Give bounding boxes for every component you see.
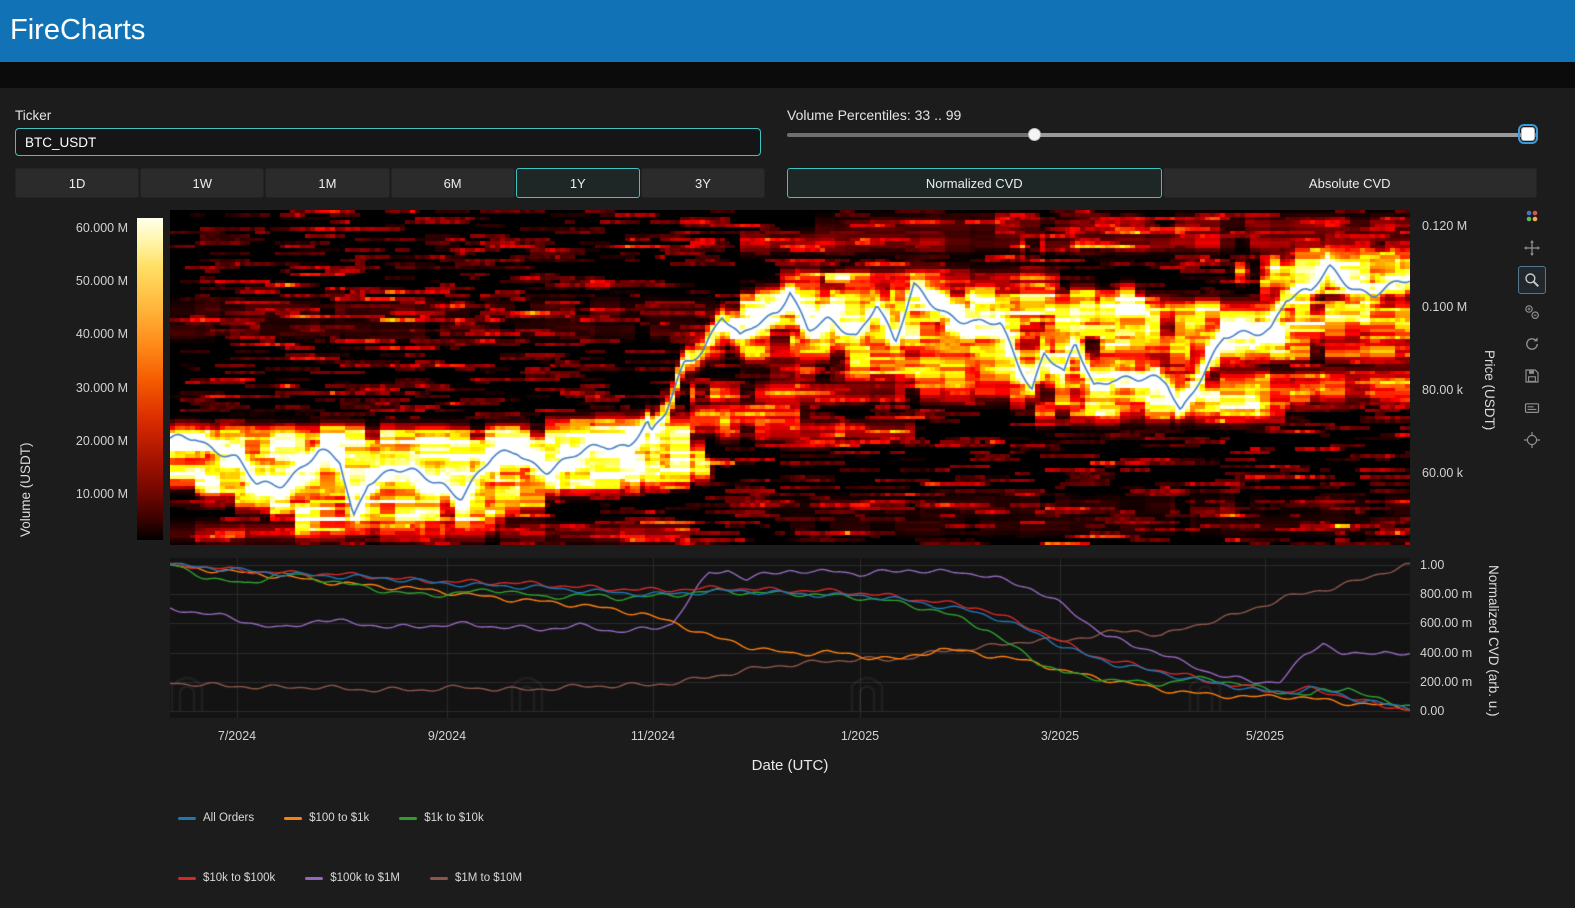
legend-label: All Orders (203, 812, 254, 824)
range-1y-button[interactable]: 1Y (516, 168, 640, 198)
slider-handle-max[interactable] (1521, 127, 1535, 141)
cvd-axis-title: Normalized CVD (arb. u.) (1486, 548, 1501, 733)
date-axis-title: Date (UTC) (170, 757, 1410, 774)
app-header: FireCharts (0, 0, 1575, 62)
ticker-label: Ticker (15, 108, 51, 123)
price-tick: 60.00 k (1422, 466, 1463, 480)
normalized-cvd-button[interactable]: Normalized CVD (787, 168, 1162, 198)
ticker-input[interactable] (15, 128, 761, 156)
legend-swatch (430, 877, 448, 880)
legend-item-1k-10k[interactable]: $1k to $10k (399, 812, 483, 824)
legend-row-2: $10k to $100k $100k to $1M $1M to $10M (178, 872, 552, 884)
cvd-tick: 600.00 m (1420, 616, 1472, 630)
colorbar-tick: 20.000 M (40, 434, 128, 448)
volume-percentiles-slider[interactable] (787, 124, 1537, 144)
price-tick: 80.00 k (1422, 383, 1463, 397)
date-tick: 1/2025 (820, 729, 900, 743)
reset-axes-icon[interactable] (1518, 330, 1546, 358)
colorbar-tick: 40.000 M (40, 327, 128, 341)
legend-swatch (178, 817, 196, 820)
range-6m-button[interactable]: 6M (391, 168, 515, 198)
volume-heatmap-chart[interactable] (170, 210, 1410, 545)
legend-item-100k-1m[interactable]: $100k to $1M (305, 872, 400, 884)
legend-swatch (305, 877, 323, 880)
legend-label: $1k to $10k (424, 812, 483, 824)
date-tick: 7/2024 (197, 729, 277, 743)
colorbar-tick: 60.000 M (40, 221, 128, 235)
legend-swatch (178, 877, 196, 880)
colorbar-tick: 10.000 M (40, 487, 128, 501)
legend-label: $1M to $10M (455, 872, 522, 884)
date-tick: 9/2024 (407, 729, 487, 743)
header-divider-band (0, 62, 1575, 88)
cvd-tick: 200.00 m (1420, 675, 1472, 689)
date-tick: 11/2024 (613, 729, 693, 743)
slider-track[interactable] (1035, 133, 1530, 137)
app-title: FireCharts (0, 0, 1575, 60)
legend-item-10k-100k[interactable]: $10k to $100k (178, 872, 275, 884)
range-1w-button[interactable]: 1W (140, 168, 264, 198)
pan-icon[interactable] (1518, 234, 1546, 262)
slider-handle-min[interactable] (1028, 128, 1041, 141)
colorbar-tick: 30.000 M (40, 381, 128, 395)
colorbar-tick: 50.000 M (40, 274, 128, 288)
zoom-in-out-icon[interactable] (1518, 298, 1546, 326)
box-zoom-icon[interactable] (1518, 266, 1546, 294)
cvd-tick: 0.00 (1420, 704, 1444, 718)
range-1m-button[interactable]: 1M (265, 168, 389, 198)
date-tick: 5/2025 (1225, 729, 1305, 743)
legend-item-1m-10m[interactable]: $1M to $10M (430, 872, 522, 884)
price-axis-title: Price (USDT) (1482, 320, 1497, 460)
cvd-tick: 400.00 m (1420, 646, 1472, 660)
spike-lines-icon[interactable] (1518, 426, 1546, 454)
firecharts-app: FireCharts Ticker Volume Percentiles: 33… (0, 0, 1575, 908)
legend-row-1: All Orders $100 to $1k $1k to $10k (178, 812, 514, 824)
date-tick: 3/2025 (1020, 729, 1100, 743)
price-tick: 0.120 M (1422, 219, 1467, 233)
volume-colorbar (137, 218, 163, 540)
plotly-logo-icon[interactable] (1518, 202, 1546, 230)
normalized-cvd-chart[interactable] (170, 558, 1410, 718)
chart-modebar (1518, 202, 1546, 458)
range-1d-button[interactable]: 1D (15, 168, 139, 198)
legend-label: $100 to $1k (309, 812, 369, 824)
absolute-cvd-button[interactable]: Absolute CVD (1163, 168, 1538, 198)
legend-swatch (284, 817, 302, 820)
legend-item-100-1k[interactable]: $100 to $1k (284, 812, 369, 824)
legend-label: $10k to $100k (203, 872, 275, 884)
legend-item-all-orders[interactable]: All Orders (178, 812, 254, 824)
price-tick: 0.100 M (1422, 300, 1467, 314)
volume-percentiles-label: Volume Percentiles: 33 .. 99 (787, 107, 961, 123)
cvd-tick: 800.00 m (1420, 587, 1472, 601)
range-3y-button[interactable]: 3Y (641, 168, 765, 198)
save-icon[interactable] (1518, 362, 1546, 390)
cvd-tick: 1.00 (1420, 558, 1444, 572)
legend-label: $100k to $1M (330, 872, 400, 884)
colorbar-axis-title: Volume (USDT) (18, 434, 33, 546)
hover-closest-icon[interactable] (1518, 394, 1546, 422)
legend-swatch (399, 817, 417, 820)
